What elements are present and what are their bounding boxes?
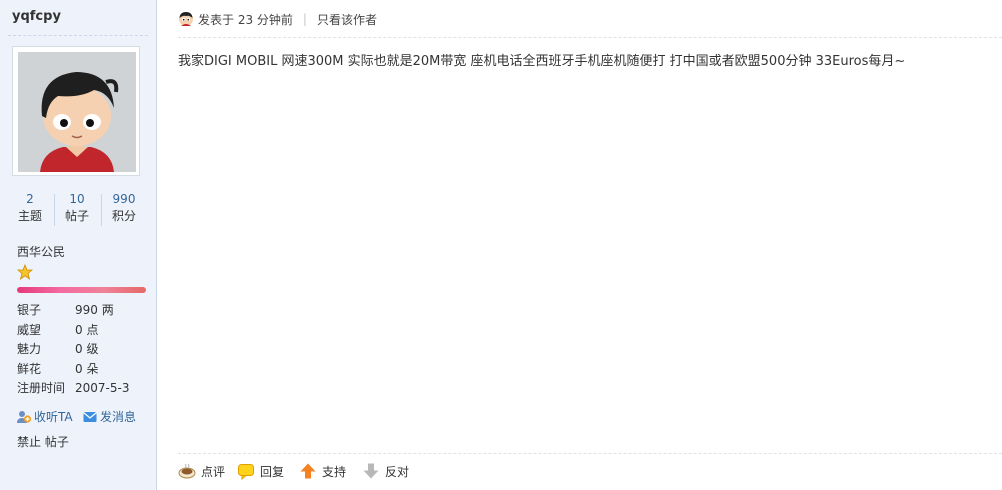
star-icon	[17, 264, 33, 280]
divider	[178, 37, 1002, 38]
info-value: 990 两	[75, 303, 114, 317]
info-key: 银子	[17, 303, 42, 317]
reply-button[interactable]: 回复	[237, 462, 284, 480]
follow-label: 收听TA	[34, 410, 73, 424]
stat-topics-value: 2	[26, 192, 34, 206]
support-arrow-icon	[300, 463, 316, 479]
ban-posts-link[interactable]: 禁止 帖子	[17, 433, 69, 450]
reply-label: 回复	[260, 464, 285, 479]
oppose-label: 反对	[385, 464, 410, 479]
stat-points-value: 990	[112, 192, 136, 206]
info-key: 鲜花	[17, 361, 42, 376]
oppose-arrow-icon	[363, 463, 379, 479]
separator: |	[302, 12, 307, 26]
info-row: 魅力 0 级	[17, 340, 147, 360]
username[interactable]: yqfcpy	[12, 9, 61, 24]
send-message-button[interactable]: 发消息	[82, 408, 136, 425]
user-group[interactable]: 西华公民	[17, 243, 65, 260]
oppose-button[interactable]: 反对	[362, 462, 409, 480]
rate-icon	[178, 463, 196, 479]
avatar[interactable]	[12, 46, 140, 176]
info-row: 银子 990 两	[17, 301, 147, 321]
divider	[178, 453, 1002, 454]
info-value: 0 点	[75, 322, 99, 337]
rate-label: 点评	[201, 464, 226, 479]
stat-posts[interactable]: 10 帖子	[54, 191, 100, 225]
user-avatar-small-icon	[179, 12, 193, 26]
post-content: 我家DIGI MOBIL 网速300M 实际也就是20M带宽 座机电话全西班牙手…	[178, 54, 906, 69]
level-bar	[17, 287, 146, 293]
info-row: 威望 0 点	[17, 321, 147, 341]
stat-points[interactable]: 990 积分	[101, 191, 147, 225]
info-value: 2007-5-3	[75, 381, 130, 395]
info-row: 鲜花 0 朵	[17, 360, 147, 380]
follow-button[interactable]: 收听TA	[16, 408, 73, 425]
info-value: 0 级	[75, 342, 99, 356]
avatar-image	[18, 52, 136, 172]
user-sidebar: yqfcpy 2 主题 10 帖子 990 积分 西华公民 银子 990 两 威…	[0, 0, 157, 490]
author-only-link[interactable]: 只看该作者	[317, 11, 377, 28]
post-time: 发表于 23 分钟前	[198, 12, 293, 27]
post-meta: 发表于 23 分钟前 | 只看该作者	[178, 10, 377, 28]
divider	[8, 35, 148, 36]
info-key: 魅力	[17, 342, 42, 356]
message-label: 发消息	[100, 410, 137, 424]
stat-posts-label: 帖子	[64, 209, 89, 223]
reply-icon	[238, 464, 254, 480]
info-key: 注册时间	[17, 381, 66, 395]
stat-posts-value: 10	[69, 192, 85, 206]
message-icon	[83, 411, 97, 422]
support-label: 支持	[322, 464, 347, 479]
user-info: 银子 990 两 威望 0 点 魅力 0 级 鲜花 0 朵 注册时间 2007-…	[17, 301, 147, 399]
info-row: 注册时间 2007-5-3	[17, 379, 147, 399]
support-button[interactable]: 支持	[299, 462, 346, 480]
user-stats: 2 主题 10 帖子 990 积分	[7, 191, 147, 229]
info-value: 0 朵	[75, 361, 99, 376]
stat-points-label: 积分	[111, 209, 136, 223]
info-key: 威望	[17, 322, 42, 337]
rate-button[interactable]: 点评	[178, 462, 225, 480]
stat-topics-label: 主题	[17, 209, 42, 223]
follow-icon	[17, 410, 32, 423]
stat-topics[interactable]: 2 主题	[7, 191, 53, 225]
